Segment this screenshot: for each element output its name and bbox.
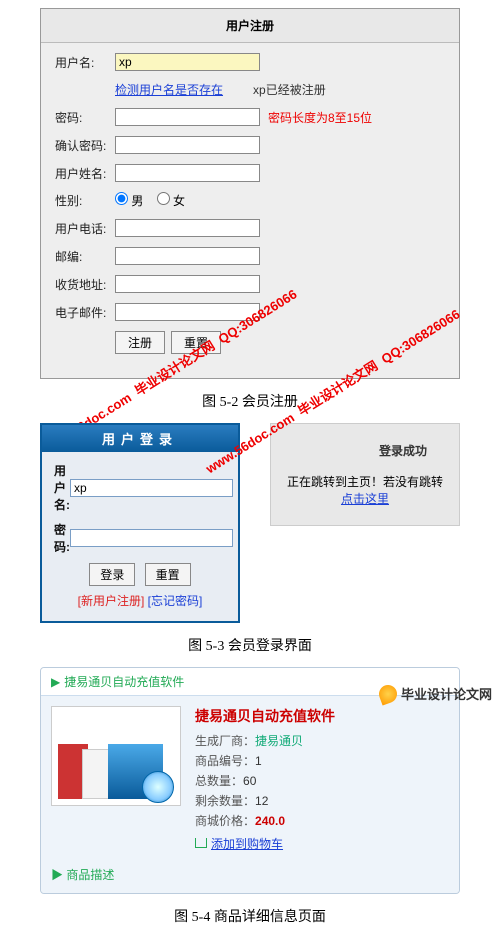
email-label: 电子邮件: — [55, 304, 115, 321]
forgot-password-link[interactable]: [忘记密码] — [148, 594, 203, 608]
login-username-input[interactable] — [70, 479, 233, 497]
username-label: 用户名: — [55, 54, 115, 71]
add-to-cart-link[interactable]: 添加到购物车 — [211, 837, 283, 851]
cart-icon — [195, 838, 207, 848]
email-input[interactable] — [115, 303, 260, 321]
reset-button[interactable]: 重置 — [171, 331, 221, 354]
login-password-label: 密 码: — [54, 521, 70, 555]
phone-label: 用户电话: — [55, 220, 115, 237]
password-hint: 密码长度为8至15位 — [268, 109, 372, 126]
gender-label: 性别: — [55, 192, 115, 209]
postcode-input[interactable] — [115, 247, 260, 265]
new-user-register-link[interactable]: [新用户注册] — [78, 594, 145, 608]
password-label: 密码: — [55, 109, 115, 126]
confirm-password-input[interactable] — [115, 136, 260, 154]
registration-panel: 用户注册 用户名: 检测用户名是否存在 xp已经被注册 密码: 密码长度为8至1… — [40, 8, 460, 379]
username-input[interactable] — [115, 53, 260, 71]
product-desc-heading: 商品描述 — [66, 868, 114, 882]
login-button[interactable]: 登录 — [89, 563, 135, 586]
figure-5-4-caption: 图 5-4 商品详细信息页面 — [0, 906, 500, 926]
register-button[interactable]: 注册 — [115, 331, 165, 354]
login-password-input[interactable] — [70, 529, 233, 547]
leaf-icon — [376, 682, 399, 705]
figure-5-2-caption: 图 5-2 会员注册 — [0, 391, 500, 411]
registration-title: 用户注册 — [41, 9, 459, 43]
login-title: 用户登录 — [42, 425, 238, 452]
phone-input[interactable] — [115, 219, 260, 237]
product-id-value: 1 — [255, 754, 262, 768]
maker-value: 捷易通贝 — [255, 734, 303, 748]
product-image — [51, 706, 181, 806]
price-value: 240.0 — [255, 814, 285, 828]
gender-male-radio[interactable] — [115, 192, 128, 205]
remaining-value: 12 — [255, 794, 268, 808]
product-disc-icon — [142, 771, 174, 803]
remaining-label: 剩余数量： — [195, 794, 255, 808]
product-info: 捷易通贝自动充值软件 生成厂商：捷易通贝 商品编号：1 总数量：60 剩余数量：… — [195, 706, 449, 852]
product-id-label: 商品编号： — [195, 754, 255, 768]
gender-female-radio[interactable] — [157, 192, 170, 205]
postcode-label: 邮编: — [55, 248, 115, 265]
login-reset-button[interactable]: 重置 — [145, 563, 191, 586]
address-input[interactable] — [115, 275, 260, 293]
product-name: 捷易通贝自动充值软件 — [195, 706, 449, 726]
login-success-title: 登录成功 — [283, 442, 447, 459]
figure-5-3-caption: 图 5-3 会员登录界面 — [0, 635, 500, 655]
username-taken-msg: xp已经被注册 — [253, 81, 326, 98]
password-input[interactable] — [115, 108, 260, 126]
price-label: 商城价格： — [195, 814, 255, 828]
login-success-message: 正在跳转到主页！若没有跳转点击这里 — [283, 473, 447, 507]
realname-label: 用户姓名: — [55, 165, 115, 182]
realname-input[interactable] — [115, 164, 260, 182]
quantity-value: 60 — [243, 774, 256, 788]
confirm-password-label: 确认密码: — [55, 137, 115, 154]
gender-female-option[interactable]: 女 — [157, 194, 185, 208]
check-username-link[interactable]: 检测用户名是否存在 — [115, 81, 223, 98]
login-success-panel: 登录成功 正在跳转到主页！若没有跳转点击这里 — [270, 423, 460, 526]
footer-logo: 毕业设计论文网 — [379, 684, 492, 703]
redirect-link[interactable]: 点击这里 — [341, 492, 389, 506]
triangle-icon: ▶ — [51, 675, 60, 689]
address-label: 收货地址: — [55, 276, 115, 293]
login-username-label: 用户名: — [54, 462, 70, 513]
quantity-label: 总数量： — [195, 774, 243, 788]
gender-male-option[interactable]: 男 — [115, 194, 143, 208]
maker-label: 生成厂商： — [195, 734, 255, 748]
login-panel: 用户登录 用户名: 密 码: 登录 重置 [新用户注册] [忘记密码] — [40, 423, 240, 623]
triangle-icon: ▶ — [51, 868, 63, 882]
